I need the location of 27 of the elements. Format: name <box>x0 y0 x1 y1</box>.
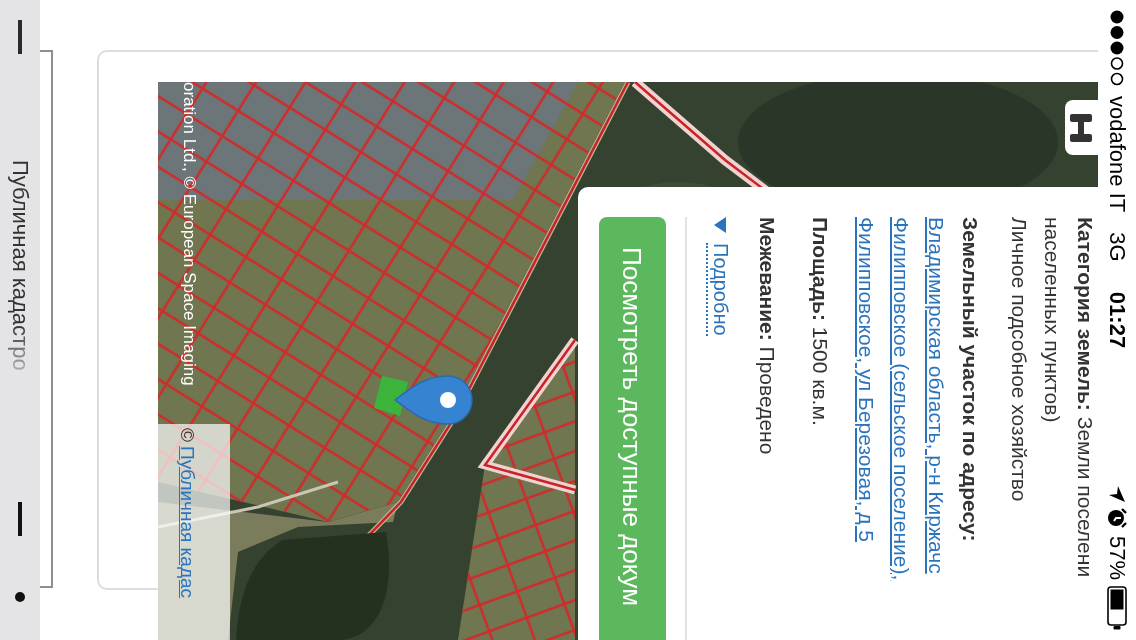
map-pin-icon <box>394 375 473 425</box>
network-type: 3G <box>1104 232 1131 262</box>
address-link[interactable]: Владимирская область, р-н Киржачс Филипповское (сельское поселение), Филипповское, ул Березовая, д 5 <box>849 217 954 581</box>
dash-icon <box>18 20 22 54</box>
battery-icon <box>1107 586 1127 630</box>
land-use-text: Личное подсобное хозяйство <box>1007 217 1032 502</box>
carrier-name: vodafone IT <box>1104 96 1131 213</box>
address-heading: Земельный участок по адресу: <box>958 217 983 542</box>
parcel-shape <box>374 376 408 416</box>
survey-text: Межевание: Проведено <box>755 217 780 455</box>
i-beam-icon <box>1070 113 1093 142</box>
alarm-icon <box>1107 507 1127 528</box>
map-attribution: oration Ltd., © European Space Imaging <box>179 82 200 386</box>
location-arrow-icon <box>1109 485 1125 502</box>
attribution-link[interactable]: Публичная кадас <box>174 446 200 599</box>
documents-button[interactable]: Посмотреть доступные докум <box>599 217 666 640</box>
details-link[interactable]: Подробно <box>706 243 735 336</box>
clock-time: 01:27 <box>1104 291 1131 349</box>
dash-icon <box>18 502 22 536</box>
page-title: Публичная кадастро <box>7 160 34 371</box>
area-text: Площадь: 1500 кв.м. <box>808 217 833 426</box>
signal-dots-icon <box>1110 10 1124 86</box>
battery-percent: 57% <box>1104 535 1131 580</box>
dot-icon <box>15 592 25 602</box>
caret-icon <box>714 217 727 233</box>
map-tool-button[interactable] <box>1065 100 1098 155</box>
copyright-sign: © <box>176 428 199 442</box>
